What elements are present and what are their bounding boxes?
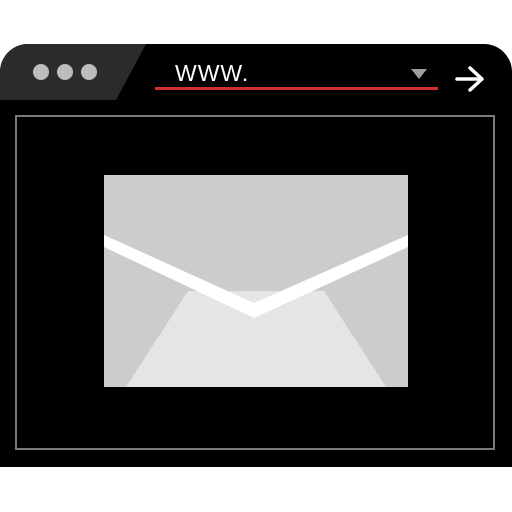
stage: WWW. xyxy=(0,0,512,512)
window-dot-icon[interactable] xyxy=(81,64,97,80)
address-bar[interactable]: WWW. xyxy=(155,52,438,92)
chevron-down-icon[interactable] xyxy=(411,69,427,79)
active-tab[interactable] xyxy=(0,44,150,100)
address-input[interactable]: WWW. xyxy=(175,60,249,86)
address-underline xyxy=(155,87,438,90)
window-dot-icon[interactable] xyxy=(57,64,73,80)
envelope-icon xyxy=(104,175,408,387)
window-dot-icon[interactable] xyxy=(33,64,49,80)
arrow-right-icon[interactable] xyxy=(454,64,486,94)
title-bar: WWW. xyxy=(0,44,512,100)
